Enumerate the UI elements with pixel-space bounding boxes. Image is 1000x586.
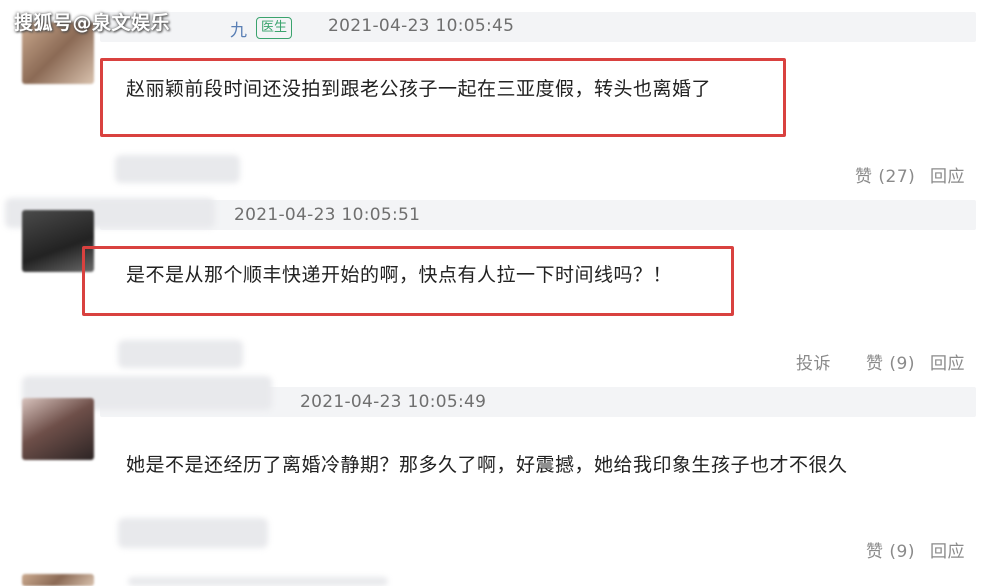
comment-text: 她是不是还经历了离婚冷静期？那多久了啊，好震撼，她给我印象生孩子也才不很久 — [126, 454, 848, 476]
like-count: (9) — [889, 354, 915, 374]
avatar[interactable] — [22, 398, 94, 460]
comment-text: 是不是从那个顺丰快递开始的啊，快点有人拉一下时间线吗？！ — [126, 264, 673, 286]
comment-header-strip — [100, 200, 976, 230]
blurred-reply-preview — [115, 155, 240, 183]
like-button[interactable]: 赞 (9) — [866, 349, 915, 374]
reply-button[interactable]: 回应 — [930, 537, 965, 562]
watermark-text: 搜狐号@泉文娱乐 — [14, 12, 171, 34]
like-label: 赞 — [855, 167, 873, 187]
like-button[interactable]: 赞 (9) — [866, 537, 915, 562]
like-count: (9) — [889, 542, 915, 562]
username[interactable]: 九 — [230, 16, 247, 41]
comment-timestamp: 2021-04-23 10:05:45 — [328, 16, 515, 36]
reply-button[interactable]: 回应 — [930, 162, 965, 187]
like-count: (27) — [878, 167, 916, 187]
comment-timestamp: 2021-04-23 10:05:49 — [300, 392, 487, 412]
like-label: 赞 — [866, 354, 884, 374]
reply-button[interactable]: 回应 — [930, 349, 965, 374]
comment-text: 赵丽颖前段时间还没拍到跟老公孩子一起在三亚度假，转头也离婚了 — [126, 78, 712, 100]
comment-timestamp: 2021-04-23 10:05:51 — [234, 205, 421, 225]
like-button[interactable]: 赞 (27) — [855, 162, 915, 187]
blurred-reply-preview — [118, 518, 268, 548]
blurred-reply-preview — [118, 340, 243, 368]
like-label: 赞 — [866, 542, 884, 562]
report-button[interactable]: 投诉 — [796, 349, 831, 374]
user-badge: 医生 — [256, 17, 293, 39]
avatar[interactable] — [22, 574, 94, 586]
blurred-comment-header — [128, 577, 388, 586]
